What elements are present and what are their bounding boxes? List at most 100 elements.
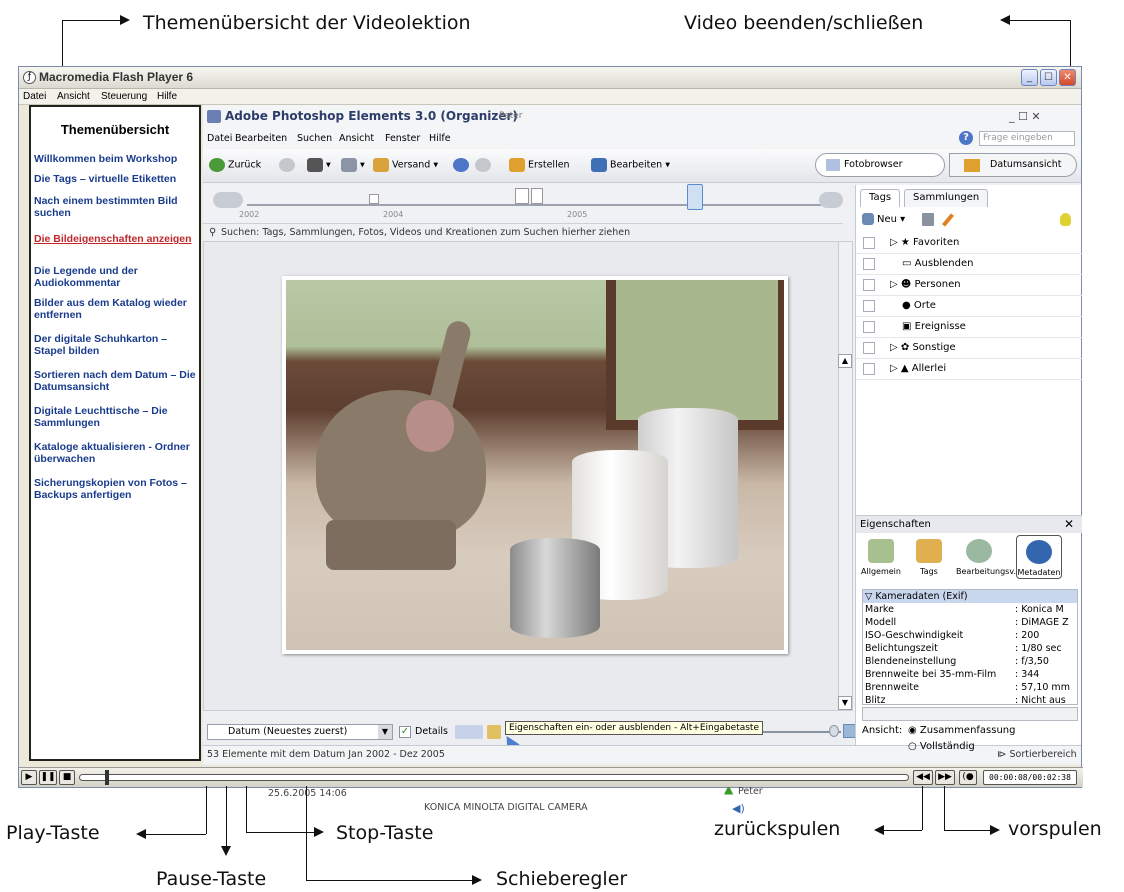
sidebar-item-tags[interactable]: Die Tags – virtuelle Etiketten (34, 173, 198, 185)
callout-play-line-h (146, 834, 206, 835)
rewind-button[interactable]: ◀◀ (913, 770, 933, 785)
sidebar-item-collections[interactable]: Digitale Leuchttische – Die Sammlungen (34, 405, 198, 429)
pause-button[interactable]: ❚❚ (39, 770, 57, 785)
menu-suchen[interactable]: Suchen (297, 133, 332, 144)
sidebar-item-search[interactable]: Nach einem bestimmten Bild suchen (34, 195, 198, 219)
tag-row[interactable]: ▷ ✿ Sonstige (856, 338, 1082, 359)
timeline-handle[interactable] (687, 184, 703, 210)
prop-tab-tags[interactable]: Tags (906, 539, 952, 576)
sidebar-item-backup[interactable]: Sicherungskopien von Fotos – Backups anf… (34, 477, 198, 501)
sort-select[interactable]: Datum (Neuestes zuerst) ▼ (207, 724, 393, 740)
sidebar-item-dateview[interactable]: Sortieren nach dem Datum – Die Datumsans… (34, 369, 198, 393)
edit-button[interactable]: Bearbeiten ▾ (591, 158, 670, 172)
volume-icon[interactable]: (● (959, 770, 977, 785)
sidebar-item-welcome[interactable]: Willkommen beim Workshop (34, 153, 198, 165)
metadata-row: Brennweite: 57,10 mm (865, 682, 1070, 693)
back-button[interactable]: Zurück (209, 158, 261, 172)
progress-slider-thumb[interactable] (105, 770, 109, 785)
help-icon[interactable]: ? (959, 131, 973, 145)
organizer-window-controls[interactable]: _ ☐ ✕ (1009, 110, 1041, 123)
flash-menu-datei[interactable]: Datei (23, 91, 46, 102)
photo-scrollbar[interactable] (838, 242, 852, 710)
menu-ansicht[interactable]: Ansicht (339, 133, 374, 144)
sidebar-item-remove[interactable]: Bilder aus dem Katalog wieder entfernen (34, 297, 198, 321)
help-search-input[interactable]: Frage eingeben (979, 131, 1075, 146)
organizer-app-icon (207, 110, 221, 123)
scroll-down-button[interactable]: ▼ (838, 696, 852, 710)
rotate-right-button[interactable] (475, 158, 494, 172)
tag-row[interactable]: ▷ ☻ Personen (856, 275, 1082, 296)
view-toggle-icons[interactable] (455, 725, 483, 739)
progress-track[interactable] (79, 774, 909, 781)
maximize-button[interactable]: ☐ (1040, 69, 1057, 86)
properties-toggle-button[interactable] (487, 725, 501, 739)
print-button[interactable]: ▾ (341, 158, 365, 172)
view-summary-radio[interactable]: ◉ Zusammenfassung (908, 725, 1016, 736)
prop-tab-metadata[interactable]: Metadaten (1016, 535, 1062, 579)
player-controls: ▶ ❚❚ ■ ◀◀ ▶▶ (● 00:00:08/00:02:38 (19, 767, 1083, 787)
metadata-row: Modell: DiMAGE Z (865, 617, 1069, 628)
properties-close-icon[interactable]: ✕ (1064, 517, 1074, 531)
sidebar-item-stack[interactable]: Der digitale Schuhkarton – Stapel bilden (34, 333, 198, 357)
menu-bearbeiten[interactable]: Bearbeiten (235, 133, 287, 144)
flash-menu-hilfe[interactable]: Hilfe (157, 91, 177, 102)
search-bar[interactable]: ⚲ Suchen: Tags, Sammlungen, Fotos, Video… (203, 225, 843, 241)
play-button[interactable]: ▶ (21, 770, 37, 785)
sidebar-item-properties[interactable]: Die Bildeigenschaften anzeigen (34, 233, 198, 245)
pencil-icon[interactable] (941, 213, 955, 227)
tag-row[interactable]: ▣ Ereignisse (856, 317, 1082, 338)
edit-icon (591, 158, 607, 172)
sidebar-item-caption[interactable]: Die Legende und der Audiokommentar (34, 265, 198, 289)
metadata-hscroll[interactable] (862, 707, 1078, 721)
send-button[interactable]: Versand ▾ (373, 158, 438, 172)
flash-menu-ansicht[interactable]: Ansicht (57, 91, 90, 102)
photo-browser-button[interactable]: Fotobrowser (815, 153, 945, 177)
timeline-prev-button[interactable] (213, 192, 243, 208)
callout-close-line-h (1010, 20, 1070, 21)
time-display: 00:00:08/00:02:38 (983, 770, 1077, 785)
menu-fenster[interactable]: Fenster (385, 133, 420, 144)
create-button[interactable]: Erstellen (509, 158, 570, 172)
timeline-bar-1 (369, 194, 379, 204)
camera-button[interactable]: ▾ (307, 158, 331, 172)
close-button[interactable]: ✕ (1059, 69, 1076, 86)
flash-menu-steuerung[interactable]: Steuerung (101, 91, 147, 102)
timeline[interactable]: 2002 2004 2005 (203, 184, 843, 224)
minimize-button[interactable]: _ (1021, 69, 1038, 86)
tag-row[interactable]: ▷ ★ Favoriten (856, 233, 1082, 254)
forward-button[interactable]: ▶▶ (935, 770, 955, 785)
tag-row[interactable]: ▭ Ausblenden (856, 254, 1082, 275)
tag-row[interactable]: ▷ ▲ Allerlei (856, 359, 1082, 380)
sort-area-button[interactable]: ⧐ Sortierbereich (997, 749, 1077, 760)
date-view-button[interactable]: Datumsansicht (949, 153, 1077, 177)
prop-tab-history[interactable]: Bearbeitungsv. (956, 539, 1016, 576)
callout-forward-arrow (990, 825, 1000, 835)
tab-collections[interactable]: Sammlungen (904, 189, 989, 207)
view-full-radio[interactable]: ○ Vollständig (908, 741, 975, 752)
scroll-up-button[interactable]: ▲ (838, 354, 852, 368)
audio-icon[interactable]: ◀) (732, 802, 745, 815)
forward-button[interactable] (279, 158, 298, 172)
trash-icon[interactable] (922, 213, 934, 226)
rotate-left-button[interactable] (453, 158, 472, 172)
status-text: 53 Elemente mit dem Datum Jan 2002 - Dez… (207, 749, 445, 760)
zoom-slider-thumb[interactable] (829, 725, 839, 737)
details-checkbox[interactable]: ✓ (399, 726, 411, 738)
photo-elephant-legs (326, 520, 456, 570)
tab-tags[interactable]: Tags (860, 189, 901, 207)
menu-datei[interactable]: Datei (207, 133, 232, 144)
properties-title: Eigenschaften (860, 519, 931, 530)
callout-rewind-line-h (884, 830, 922, 831)
photo-thumbnail[interactable] (282, 276, 788, 654)
stop-button[interactable]: ■ (59, 770, 75, 785)
lightbulb-icon[interactable] (1060, 213, 1071, 226)
prop-tab-general[interactable]: Allgemein (858, 539, 904, 576)
new-tag-button[interactable]: Neu ▾ (862, 213, 905, 225)
menu-hilfe[interactable]: Hilfe (429, 133, 451, 144)
callout-pause: Pause-Taste (156, 868, 267, 890)
tag-row[interactable]: ● Orte (856, 296, 1082, 317)
photo-browser-icon (826, 159, 840, 171)
photo-tag-name: Peter (738, 786, 763, 797)
sidebar-item-folders[interactable]: Kataloge aktualisieren - Ordner überwach… (34, 441, 198, 465)
timeline-next-button[interactable] (819, 192, 843, 208)
